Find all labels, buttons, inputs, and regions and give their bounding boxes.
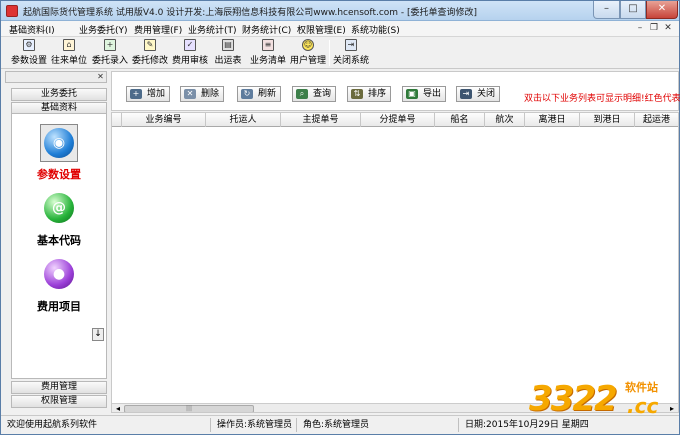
panel-close-icon[interactable]: ✕ [96,72,105,81]
status-role: 角色:系统管理员 [299,418,459,432]
toolbar-settings-button[interactable]: ⚙ 参数设置 [11,39,47,67]
watermark-domain: .cc [627,394,659,418]
toolbar-shipping-button[interactable]: ▤ 出运表 [213,39,243,67]
site-watermark-logo: 3322 软件站 .cc [529,377,679,427]
toolbar-list-button[interactable]: ≡ 业务清单 [250,39,286,67]
query-icon: ⌕ [296,89,308,99]
panel-header: ✕ [5,71,107,83]
sidebar-item-fee-items[interactable]: ● 费用项目 [12,256,106,314]
menu-fee-management[interactable]: 费用管理(F) [134,23,182,36]
sidebar-item-label: 基本代码 [37,234,81,247]
item-icon-frame: ● [40,256,78,294]
sidebar-tab-fee-management[interactable]: 费用管理 [11,381,107,394]
at-sign-icon: @ [44,193,74,223]
grid-header: 业务编号 托运人 主提单号 分提单号 船名 航次 离港日 到港日 起运港 [112,113,678,127]
sidebar-item-parameter-settings[interactable]: ◉ 参数设置 [12,124,106,182]
column-header[interactable]: 主提单号 [281,113,361,127]
action-bar: + 增加 ✕ 删除 ↻ 刷新 ⌕ 查询 ⇅ 排序 ▣ 导出 ⇥ 关闭 双击以下业… [111,71,680,111]
hint-text: 双击以下业务列表可显示明细!红色代表 [524,94,680,104]
settings-icon: ⚙ [23,39,35,51]
toolbar-edit-button[interactable]: ✎ 委托修改 [132,39,168,67]
refresh-icon: ↻ [241,89,253,99]
sidebar-tab-business[interactable]: 业务委托 [11,88,107,101]
watermark-site: 软件站 [625,381,658,394]
user-icon: ☺ [302,39,314,51]
status-message: 欢迎使用起航系列软件 [3,418,211,432]
scrollbar-thumb[interactable]: ||| [124,405,254,412]
sidebar-item-label: 参数设置 [37,168,81,181]
audit-icon: ✓ [184,39,196,51]
maximize-button[interactable]: □ [620,1,646,19]
delete-button[interactable]: ✕ 删除 [180,86,225,102]
mdi-close-icon[interactable]: ✕ [662,23,674,34]
column-header[interactable]: 业务编号 [122,113,206,127]
close-button[interactable]: ⇥ 关闭 [456,86,501,102]
refresh-button[interactable]: ↻ 刷新 [237,86,282,102]
exit-icon: ⇥ [345,39,357,51]
column-header[interactable]: 托运人 [206,113,281,127]
toolbar-user-button[interactable]: ☺ 用户管理 [290,39,326,67]
sidebar-item-list: ◉ 参数设置 @ 基本代码 ● 费用项目 ↓ [11,113,107,379]
watermark-digits: 3322 [529,379,618,419]
add-icon: + [130,89,142,99]
mdi-minimize-icon[interactable]: – [634,23,646,34]
scroll-down-icon[interactable]: ↓ [92,328,104,341]
toolbar-audit-button[interactable]: ✓ 费用审核 [172,39,208,67]
purple-orb-icon: ● [44,259,74,289]
toolbar-company-button[interactable]: ⌂ 往来单位 [51,39,87,67]
toolbar: ⚙ 参数设置 ⌂ 往来单位 + 委托录入 ✎ 委托修改 ✓ 费用审核 ▤ 出运表… [1,37,679,69]
export-icon: ▣ [406,89,418,99]
close-window-button[interactable]: ✕ [646,1,678,19]
globe-icon: ◉ [44,128,74,158]
sort-button[interactable]: ⇅ 排序 [347,86,392,102]
row-indicator-header [112,113,122,127]
toolbar-entry-button[interactable]: + 委托录入 [92,39,128,67]
column-header[interactable]: 分提单号 [361,113,435,127]
edit-icon: ✎ [144,39,156,51]
main-content: + 增加 ✕ 删除 ↻ 刷新 ⌕ 查询 ⇅ 排序 ▣ 导出 ⇥ 关闭 双击以下业… [111,71,680,413]
scroll-left-icon[interactable]: ◂ [112,404,124,412]
title-bar[interactable]: 起航国际货代管理系统 试用版V4.0 设计开发:上海辰翔信息科技有限公司www.… [1,1,679,21]
app-window: 起航国际货代管理系统 试用版V4.0 设计开发:上海辰翔信息科技有限公司www.… [0,0,680,435]
export-button[interactable]: ▣ 导出 [402,86,447,102]
sort-icon: ⇅ [351,89,363,99]
column-header[interactable]: 起运港 [635,113,678,127]
sidebar-tab-permission[interactable]: 权限管理 [11,395,107,408]
window-title: 起航国际货代管理系统 试用版V4.0 设计开发:上海辰翔信息科技有限公司www.… [23,8,478,18]
item-icon-frame: ◉ [40,124,78,162]
add-button[interactable]: + 增加 [126,86,171,102]
menu-finance-stats[interactable]: 财务统计(C) [242,23,291,36]
mdi-restore-icon[interactable]: ❐ [648,23,660,34]
column-header[interactable]: 到港日 [580,113,635,127]
company-icon: ⌂ [63,39,75,51]
column-header[interactable]: 船名 [435,113,485,127]
status-operator: 操作员:系统管理员 [213,418,297,432]
left-navigation-panel: ✕ 业务委托 基础资料 ◉ 参数设置 @ 基本代码 ● 费用项目 ↓ 费用管理 … [5,71,107,413]
shipping-icon: ▤ [222,39,234,51]
menu-system[interactable]: 系统功能(S) [351,23,400,36]
entry-icon: + [104,39,116,51]
query-button[interactable]: ⌕ 查询 [292,86,337,102]
app-logo-icon [6,5,18,17]
toolbar-exit-button[interactable]: ⇥ 关闭系统 [333,39,369,67]
menu-business-stats[interactable]: 业务统计(T) [188,23,237,36]
item-icon-frame: @ [40,190,78,228]
column-header[interactable]: 航次 [485,113,525,127]
delete-icon: ✕ [184,89,196,99]
menu-business-entrust[interactable]: 业务委托(Y) [79,23,128,36]
business-list-grid[interactable]: 业务编号 托运人 主提单号 分提单号 船名 航次 离港日 到港日 起运港 ◂ |… [111,112,679,413]
list-icon: ≡ [262,39,274,51]
column-header[interactable]: 离港日 [525,113,580,127]
menu-bar: 基础资料(I) 业务委托(Y) 费用管理(F) 业务统计(T) 财务统计(C) … [1,21,679,37]
menu-permission[interactable]: 权限管理(E) [297,23,346,36]
close-doc-icon: ⇥ [460,89,472,99]
minimize-button[interactable]: – [593,1,620,19]
sidebar-item-label: 费用项目 [37,300,81,313]
sidebar-item-basic-code[interactable]: @ 基本代码 [12,190,106,248]
menu-basic-data[interactable]: 基础资料(I) [9,23,55,36]
toolbar-separator [329,40,330,66]
